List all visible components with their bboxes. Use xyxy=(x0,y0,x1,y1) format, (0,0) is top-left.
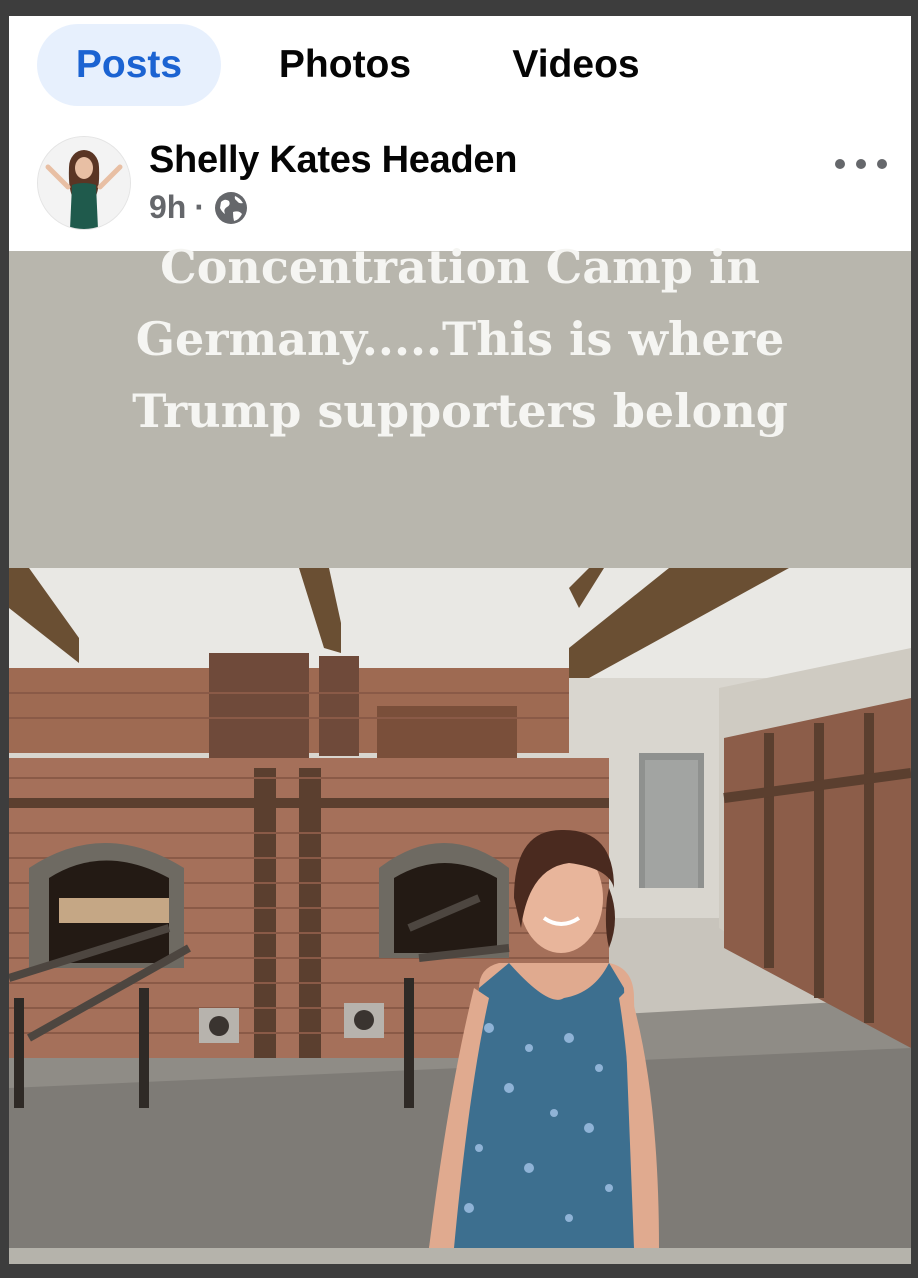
post-photo[interactable] xyxy=(9,568,911,1248)
tab-posts[interactable]: Posts xyxy=(37,24,221,106)
post-time[interactable]: 9h xyxy=(149,189,186,226)
more-options-icon[interactable] xyxy=(835,149,887,179)
meta-separator: · xyxy=(194,189,205,225)
overlay-text-line-3: Trump supporters belong xyxy=(132,384,788,438)
device-frame: Posts Photos Videos Shelly Kates Headen … xyxy=(0,0,918,1278)
post-meta: 9h · xyxy=(149,189,249,226)
facebook-screen: Posts Photos Videos Shelly Kates Headen … xyxy=(9,16,911,1264)
overlay-text-line-1: Concentration Camp in xyxy=(160,240,760,294)
profile-tabs: Posts Photos Videos xyxy=(9,16,911,121)
post-bottom-strip xyxy=(9,1248,911,1264)
author-name[interactable]: Shelly Kates Headen xyxy=(149,139,517,182)
overlay-text-line-2: Germany.....This is where xyxy=(135,312,785,366)
avatar-image xyxy=(38,137,130,229)
post-text-panel: Concentration Camp in Germany.....This i… xyxy=(9,240,911,568)
post-photo-image xyxy=(9,568,911,1248)
globe-icon xyxy=(215,191,247,224)
tab-videos[interactable]: Videos xyxy=(493,24,659,106)
tab-photos[interactable]: Photos xyxy=(261,24,429,106)
avatar[interactable] xyxy=(37,136,131,230)
